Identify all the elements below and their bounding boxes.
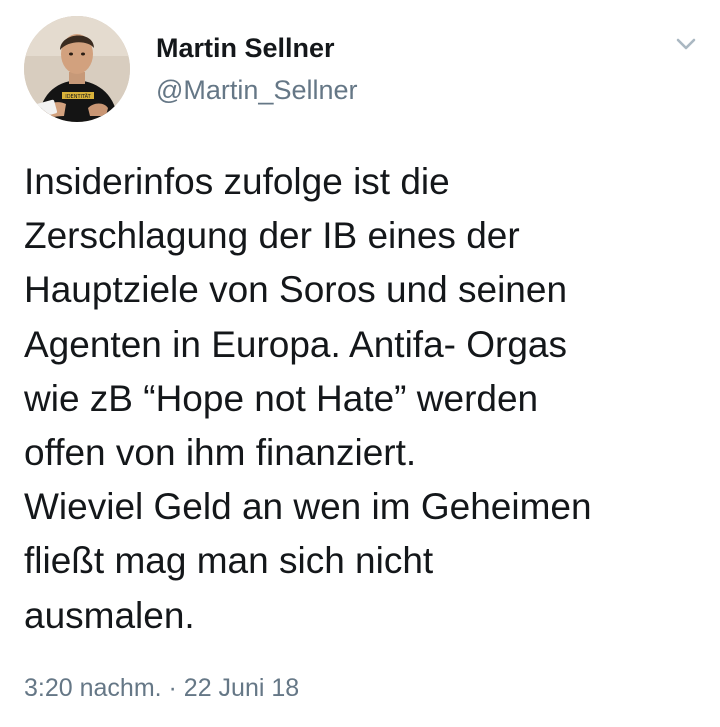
avatar-photo: IDENTITÄT — [24, 16, 130, 122]
tweet-text-line: Hauptziele von Soros und seinen — [24, 269, 568, 311]
tweet-text-line: ausmalen. — [24, 594, 195, 636]
tweet-text-line: Insiderinfos zufolge ist die — [24, 161, 450, 202]
tweet-text-line: Wieviel Geld an wen im Geheimen — [24, 486, 592, 528]
tweet-text-line: wie zB “Hope not Hate” werden — [24, 377, 539, 419]
tweet-text: Insiderinfos zufolge ist die Zerschlagun… — [24, 155, 708, 643]
tweet-timestamp[interactable]: 3:20 nachm. · 22 Juni 18 — [24, 672, 299, 704]
avatar[interactable]: IDENTITÄT — [24, 16, 130, 122]
tweet-text-line: Agenten in Europa. Antifa- Orgas — [24, 323, 568, 365]
chevron-down-icon[interactable] — [672, 32, 700, 56]
tweet-card: IDENTITÄT Martin Sellner @Martin_Sellner… — [0, 0, 720, 727]
tweet-text-line: fließt mag man sich nicht — [24, 540, 434, 582]
shirt-print: IDENTITÄT — [65, 93, 91, 100]
tweet-text-line: offen von ihm finanziert. — [24, 432, 417, 474]
author-handle[interactable]: @Martin_Sellner — [156, 74, 358, 106]
tweet-text-line: Zerschlagung der IB eines der — [24, 215, 520, 257]
author-name[interactable]: Martin Sellner — [156, 32, 335, 64]
